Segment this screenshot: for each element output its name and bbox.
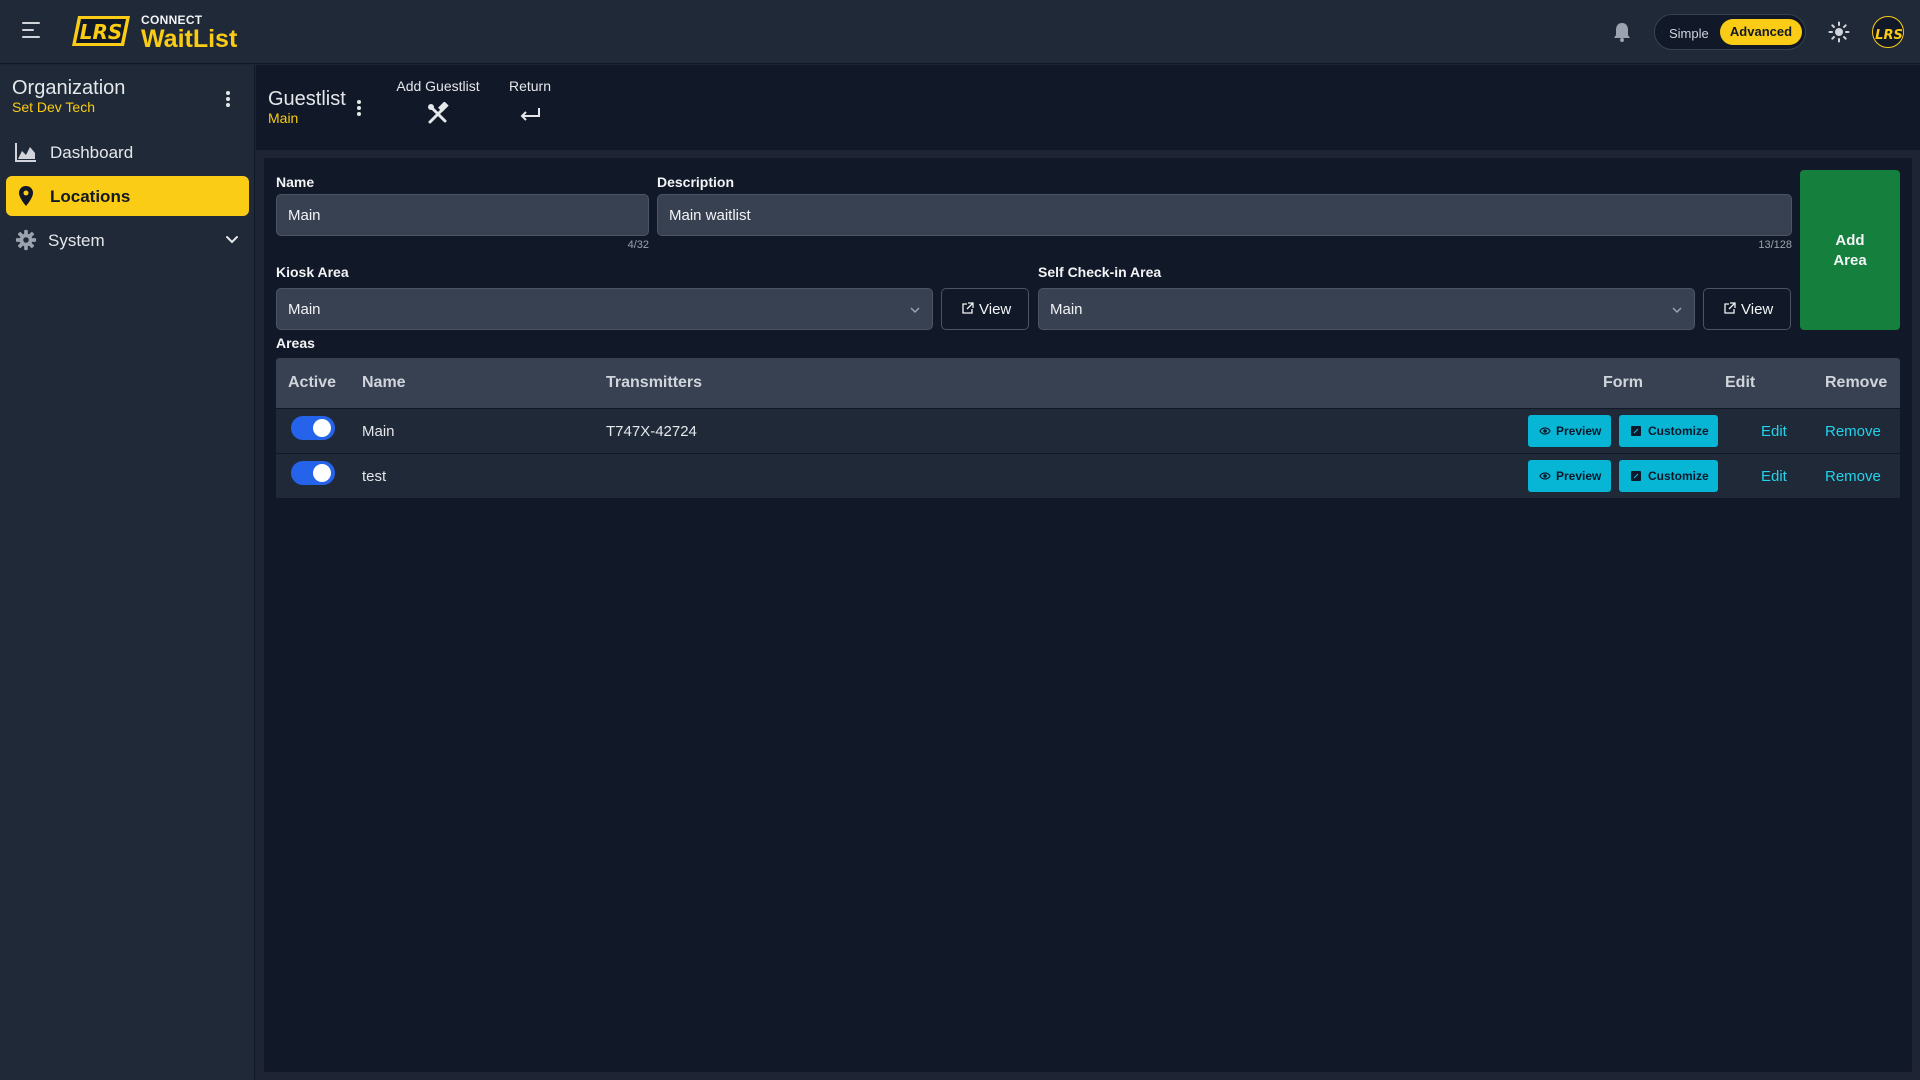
edit-icon [1631, 426, 1641, 436]
column-header-active: Active [288, 374, 337, 391]
top-header: LRS CONNECT WaitList Simple Advanced LRS [0, 0, 1920, 64]
description-field[interactable]: Main waitlist [657, 194, 1792, 236]
avatar-logo: LRS [1875, 28, 1903, 43]
avatar[interactable]: LRS [1872, 16, 1904, 48]
content-toolbar: Guestlist Main Add Guestlist Return [256, 65, 1920, 150]
selfcheck-view-button[interactable]: View [1703, 288, 1791, 330]
sidebar-item-system[interactable]: System [6, 220, 249, 260]
sidebar-item-locations[interactable]: Locations [6, 176, 249, 216]
external-link-icon [962, 302, 974, 314]
brand-title: WaitList [141, 25, 238, 53]
chevron-down-icon [1672, 307, 1682, 314]
tools-icon [428, 102, 449, 124]
column-header-transmitters: Transmitters [606, 374, 703, 391]
area-transmitters: T747X-42724 [606, 423, 697, 440]
lrs-logo: LRS [72, 16, 130, 46]
remove-link[interactable]: Remove [1825, 423, 1881, 440]
sidebar-item-dashboard[interactable]: Dashboard [6, 132, 249, 172]
preview-label: Preview [1556, 424, 1602, 438]
return-label: Return [508, 78, 552, 94]
customize-label: Customize [1648, 424, 1709, 438]
customize-button[interactable]: Customize [1619, 460, 1718, 492]
column-header-edit: Edit [1725, 374, 1756, 391]
add-area-button[interactable]: Add Area [1800, 170, 1900, 330]
map-pin-icon [19, 186, 33, 206]
name-field[interactable]: Main [276, 194, 649, 236]
bell-icon[interactable] [1612, 21, 1632, 43]
customize-label: Customize [1648, 469, 1709, 483]
mode-simple-option[interactable]: Simple [1669, 26, 1709, 41]
toggle-knob [313, 464, 331, 482]
add-guestlist-button[interactable]: Add Guestlist [393, 78, 483, 126]
selfcheck-area-select[interactable]: Main [1038, 288, 1695, 330]
sidebar-item-label: System [48, 231, 105, 250]
kiosk-area-select[interactable]: Main [276, 288, 933, 330]
remove-link[interactable]: Remove [1825, 468, 1881, 485]
kiosk-area-label: Kiosk Area [276, 264, 349, 280]
kiosk-area-value: Main [288, 301, 321, 318]
chevron-down-icon [910, 307, 920, 314]
external-link-icon [1724, 302, 1736, 314]
page-subtitle: Main [268, 110, 299, 126]
kiosk-view-button[interactable]: View [941, 288, 1029, 330]
sidebar-item-label: Locations [50, 187, 131, 206]
preview-button[interactable]: Preview [1528, 415, 1611, 447]
sidebar: Organization Set Dev Tech Dashboard Loca… [0, 65, 255, 1080]
areas-label: Areas [276, 335, 315, 351]
mode-advanced-option[interactable]: Advanced [1720, 19, 1802, 45]
sun-icon[interactable] [1828, 21, 1850, 43]
menu-icon[interactable] [22, 22, 42, 40]
guestlist-panel: Name Main 4/32 Description Main waitlist… [264, 158, 1912, 1072]
gear-icon [15, 229, 37, 251]
chart-area-icon [15, 143, 36, 162]
area-name: test [362, 468, 387, 485]
page-title: Guestlist [268, 88, 346, 110]
active-toggle[interactable] [291, 461, 335, 485]
org-subtitle: Set Dev Tech [12, 99, 96, 115]
description-counter: 13/128 [1758, 239, 1792, 251]
area-name: Main [362, 423, 395, 440]
org-more-icon[interactable] [226, 91, 232, 109]
column-header-remove: Remove [1825, 374, 1888, 391]
table-header: Active Name Transmitters Form Edit Remov… [276, 358, 1900, 408]
edit-icon [1631, 471, 1641, 481]
eye-icon [1539, 427, 1551, 435]
preview-label: Preview [1556, 469, 1602, 483]
column-header-form: Form [1603, 374, 1643, 391]
active-toggle[interactable] [291, 416, 335, 440]
mode-toggle[interactable]: Simple Advanced [1654, 14, 1806, 50]
return-button[interactable]: Return [500, 78, 560, 126]
description-label: Description [657, 174, 735, 190]
add-guestlist-label: Add Guestlist [396, 78, 480, 94]
add-area-label-line2: Area [1833, 252, 1867, 269]
selfcheck-area-label: Self Check-in Area [1038, 264, 1162, 280]
selfcheck-view-label: View [1741, 301, 1774, 318]
edit-link[interactable]: Edit [1761, 423, 1787, 440]
toggle-knob [313, 419, 331, 437]
page-more-icon[interactable] [357, 100, 363, 118]
org-title: Organization [12, 77, 126, 99]
name-counter: 4/32 [627, 239, 649, 251]
customize-button[interactable]: Customize [1619, 415, 1718, 447]
table-row: test Preview Customize Edit Remove [276, 453, 1900, 498]
eye-icon [1539, 472, 1551, 480]
selfcheck-area-value: Main [1050, 301, 1083, 318]
preview-button[interactable]: Preview [1528, 460, 1611, 492]
add-area-label-line1: Add [1835, 232, 1865, 249]
column-header-name: Name [362, 374, 406, 391]
table-row: Main T747X-42724 Preview Customize Edit … [276, 408, 1900, 453]
return-icon [520, 108, 540, 121]
chevron-down-icon[interactable] [224, 232, 240, 248]
edit-link[interactable]: Edit [1761, 468, 1787, 485]
areas-table: Active Name Transmitters Form Edit Remov… [276, 358, 1900, 498]
svg-text:LRS: LRS [80, 20, 123, 44]
name-label: Name [276, 174, 315, 190]
svg-text:LRS: LRS [1875, 28, 1903, 43]
kiosk-view-label: View [979, 301, 1012, 318]
sidebar-item-label: Dashboard [50, 143, 134, 162]
